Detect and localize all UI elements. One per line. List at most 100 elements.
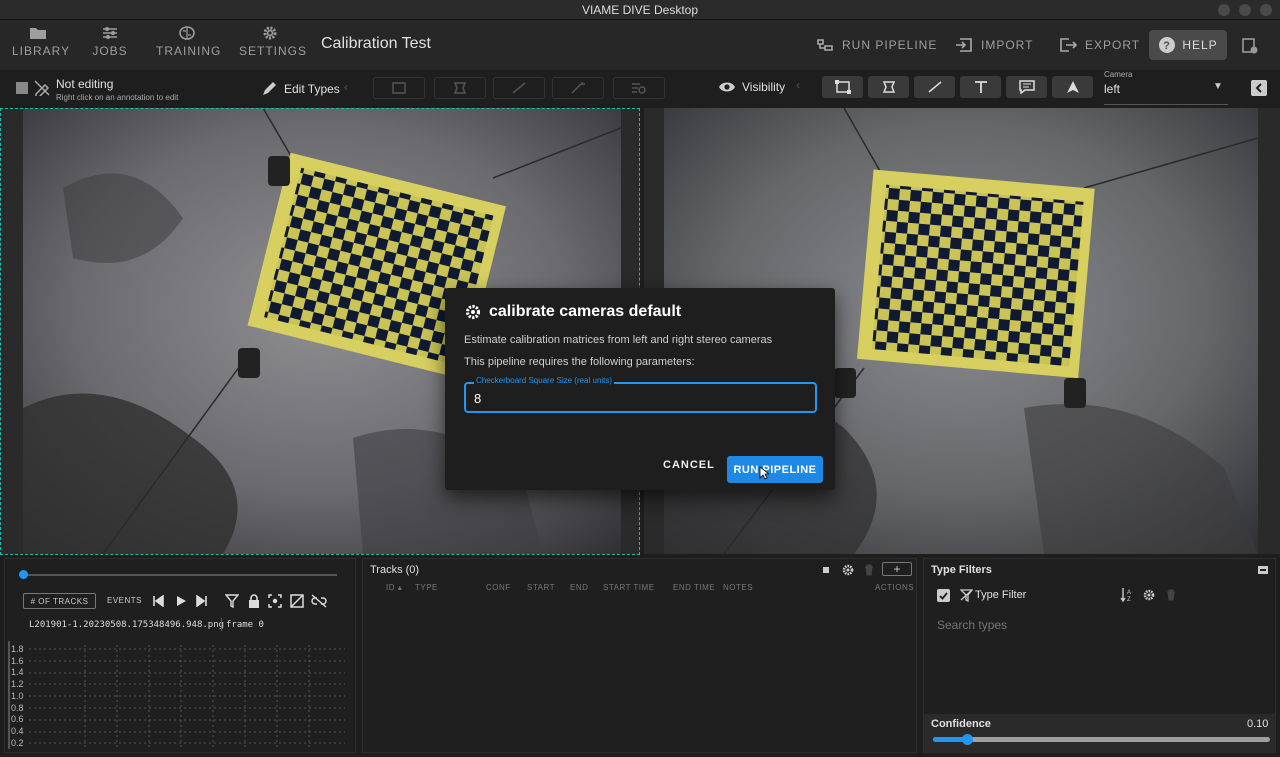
add-track-button[interactable]: + bbox=[882, 562, 912, 576]
nav-settings[interactable]: SETTINGS bbox=[239, 26, 306, 66]
pipeline-icon bbox=[817, 39, 833, 51]
col-type[interactable]: TYPE bbox=[415, 583, 438, 592]
col-end[interactable]: END bbox=[570, 583, 588, 592]
line-icon bbox=[928, 81, 941, 93]
run-pipeline-label: RUN PIPELINE bbox=[842, 38, 938, 52]
pencil-icon bbox=[263, 82, 276, 95]
col-start[interactable]: START bbox=[527, 583, 555, 592]
chevron-left-icon: ‹ bbox=[344, 80, 348, 94]
type-filters-title: Type Filters bbox=[931, 564, 992, 576]
nav-training[interactable]: TRAINING bbox=[156, 26, 222, 66]
save-data-icon[interactable] bbox=[1241, 37, 1259, 55]
gear-icon[interactable] bbox=[1143, 589, 1155, 601]
polygon-icon bbox=[882, 81, 895, 93]
col-id[interactable]: ID ▴ bbox=[386, 583, 402, 592]
search-mode-button[interactable] bbox=[613, 77, 665, 99]
frame-number: frame 0 bbox=[226, 620, 264, 630]
y-tick: 0.2 bbox=[11, 737, 24, 748]
col-end-time[interactable]: END TIME bbox=[673, 583, 715, 592]
center-focus-icon[interactable] bbox=[268, 594, 282, 608]
import-icon bbox=[956, 38, 972, 52]
nav-training-label: TRAINING bbox=[156, 44, 222, 58]
col-actions: ACTIONS bbox=[875, 583, 915, 592]
y-tick: 1.4 bbox=[11, 667, 24, 678]
rectangle-icon bbox=[392, 82, 406, 94]
rectangle-mode-button[interactable] bbox=[373, 77, 425, 99]
show-polygons-toggle[interactable] bbox=[868, 76, 909, 98]
image-adjust-icon[interactable] bbox=[290, 594, 304, 608]
annotation-display-icon[interactable] bbox=[15, 81, 29, 95]
run-pipeline-button[interactable]: RUN PIPELINE bbox=[727, 456, 823, 483]
visibility-button[interactable]: Visibility bbox=[742, 80, 785, 94]
maximize-button[interactable] bbox=[1239, 4, 1251, 16]
nav-jobs-label: JOBS bbox=[92, 44, 128, 58]
run-pipeline-menu[interactable]: RUN PIPELINE bbox=[816, 32, 937, 58]
trash-icon[interactable] bbox=[1166, 589, 1176, 601]
skip-previous-icon[interactable] bbox=[152, 595, 164, 607]
show-lines-toggle[interactable] bbox=[914, 76, 955, 98]
events-button[interactable]: EVENTS bbox=[107, 596, 142, 605]
gear-icon[interactable] bbox=[842, 564, 854, 576]
stop-square-icon[interactable] bbox=[821, 565, 831, 575]
link-off-icon[interactable] bbox=[311, 594, 327, 608]
sliders-icon bbox=[103, 27, 117, 39]
close-button[interactable] bbox=[1260, 4, 1272, 16]
confidence-value: 0.10 bbox=[1247, 718, 1269, 730]
text-icon bbox=[974, 81, 987, 93]
filter-icon[interactable] bbox=[225, 594, 239, 608]
col-conf[interactable]: CONF bbox=[486, 583, 511, 592]
y-tick: 1.2 bbox=[11, 679, 24, 690]
confidence-slider-thumb[interactable] bbox=[961, 734, 973, 745]
nav-library-label: LIBRARY bbox=[12, 44, 71, 58]
checkerboard-size-input[interactable] bbox=[474, 391, 804, 406]
type-filters-panel: Type Filters Type Filter AZ Confidence 0… bbox=[923, 558, 1276, 753]
collapse-panel-icon[interactable] bbox=[1257, 564, 1269, 576]
type-filter-label: Type Filter bbox=[975, 589, 1027, 601]
checkbox-checked-icon[interactable] bbox=[937, 589, 950, 602]
show-heads-toggle[interactable] bbox=[1052, 76, 1093, 98]
edit-types-button[interactable]: Edit Types bbox=[284, 82, 340, 96]
tracks-count-button[interactable]: # OF TRACKS bbox=[23, 593, 96, 609]
import-button[interactable]: IMPORT bbox=[955, 32, 1033, 58]
search-types-input[interactable] bbox=[937, 616, 1257, 634]
frame-slider-thumb[interactable] bbox=[19, 570, 28, 579]
collapse-sidebar-button[interactable] bbox=[1251, 80, 1267, 96]
wand-icon bbox=[571, 82, 585, 94]
magic-mode-button[interactable] bbox=[552, 77, 604, 99]
chevron-left-icon bbox=[1255, 83, 1262, 93]
annotation-toolbar: Not editing Right click on an annotation… bbox=[0, 70, 1280, 108]
show-tooltip-toggle[interactable] bbox=[1006, 76, 1047, 98]
y-tick: 0.6 bbox=[11, 714, 24, 725]
nav-jobs[interactable]: JOBS bbox=[92, 26, 128, 66]
frame-slider-track[interactable] bbox=[19, 574, 337, 576]
camera-value: left bbox=[1104, 82, 1121, 96]
polygon-mode-button[interactable] bbox=[434, 77, 486, 99]
checkerboard-size-field[interactable]: Checkerboard Square Size (real units) bbox=[464, 376, 817, 413]
line-mode-button[interactable] bbox=[493, 77, 545, 99]
col-start-time[interactable]: START TIME bbox=[603, 583, 655, 592]
y-tick: 0.8 bbox=[11, 702, 24, 713]
col-notes[interactable]: NOTES bbox=[723, 583, 753, 592]
window-controls bbox=[1218, 4, 1272, 16]
camera-select[interactable]: Camera left ▼ bbox=[1104, 68, 1228, 108]
help-button[interactable]: ? HELP bbox=[1149, 30, 1227, 60]
cancel-button[interactable]: CANCEL bbox=[663, 459, 715, 471]
camera-label: Camera bbox=[1104, 70, 1133, 79]
show-text-toggle[interactable] bbox=[960, 76, 1001, 98]
mouse-cursor-icon bbox=[759, 466, 769, 480]
help-label: HELP bbox=[1182, 38, 1218, 52]
dialog-description: Estimate calibration matrices from left … bbox=[464, 334, 773, 346]
checkerboard-size-label: Checkerboard Square Size (real units) bbox=[474, 376, 615, 385]
rectangle-icon bbox=[834, 80, 851, 94]
lock-icon[interactable] bbox=[247, 594, 261, 608]
export-button[interactable]: EXPORT bbox=[1059, 32, 1140, 58]
confidence-slider-track[interactable] bbox=[933, 737, 1270, 742]
export-icon bbox=[1060, 38, 1077, 52]
skip-next-icon[interactable] bbox=[196, 595, 208, 607]
show-rectangles-toggle[interactable] bbox=[822, 76, 863, 98]
nav-library[interactable]: LIBRARY bbox=[12, 26, 69, 66]
sort-icon[interactable]: AZ bbox=[1120, 587, 1134, 603]
minimize-button[interactable] bbox=[1218, 4, 1230, 16]
play-icon[interactable] bbox=[175, 595, 187, 607]
trash-icon[interactable] bbox=[864, 564, 874, 576]
